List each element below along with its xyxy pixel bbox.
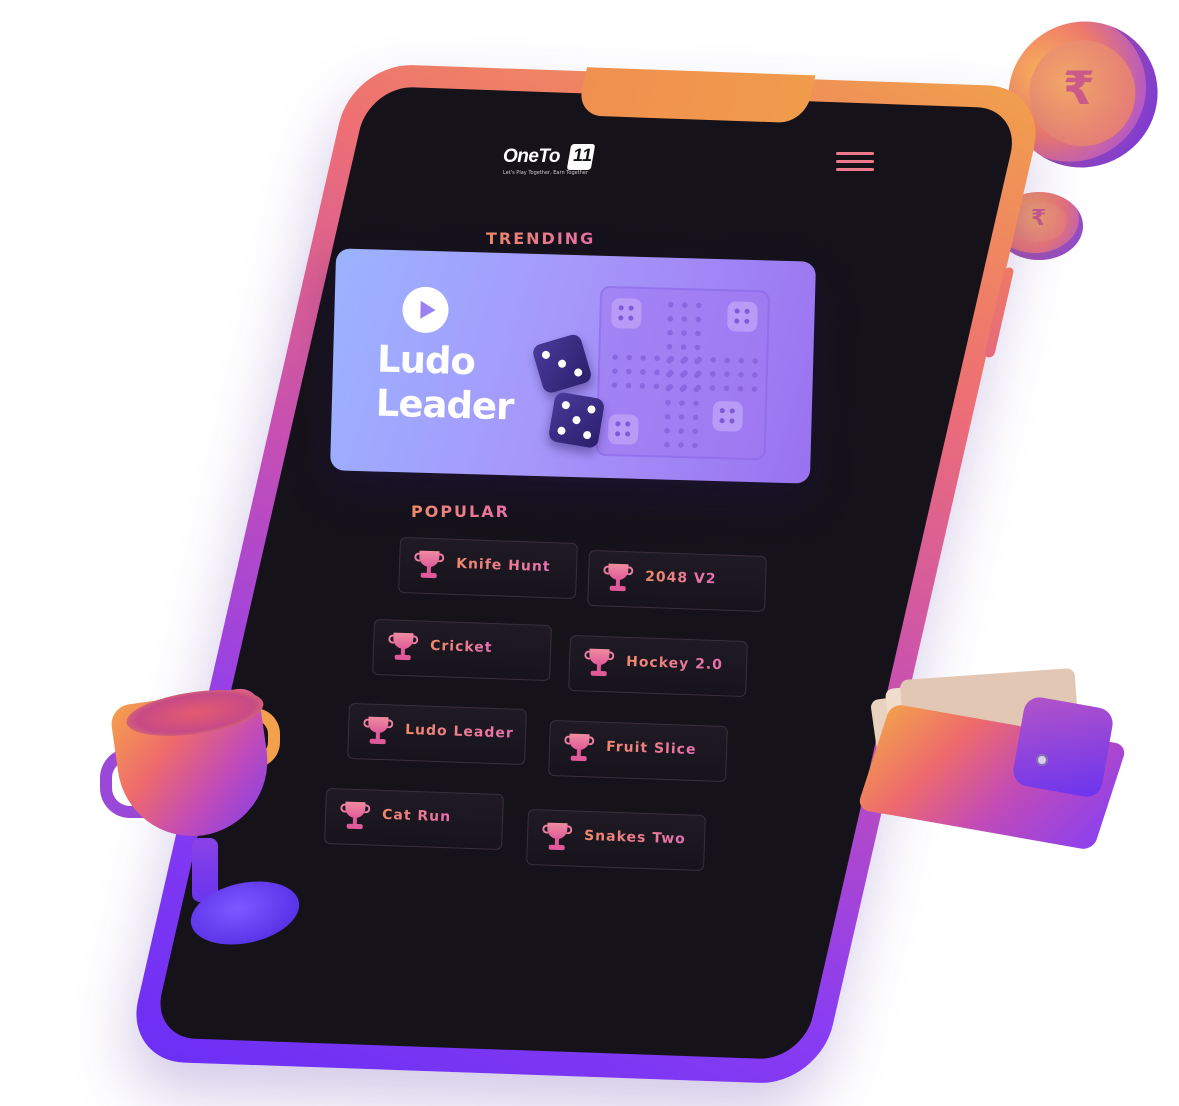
popular-heading: POPULAR	[411, 502, 510, 521]
game-button-hockey-2[interactable]: Hockey 2.0	[568, 634, 748, 698]
trophy-icon	[363, 716, 394, 747]
board-home	[727, 301, 758, 333]
game-label: Fruit Slice	[605, 738, 697, 759]
trophy-icon	[564, 733, 595, 764]
game-label: 2048 V2	[644, 568, 717, 588]
game-label: Snakes Two	[583, 827, 687, 848]
app-logo[interactable]: OneTo 11 Let's Play Together, Earn Toget…	[503, 144, 603, 180]
dice-icon	[547, 391, 606, 449]
logo-mark-text: 11	[571, 145, 595, 165]
game-button-cat-run[interactable]: Cat Run	[324, 787, 504, 851]
game-button-2048-v2[interactable]: 2048 V2	[587, 549, 767, 613]
hamburger-menu-icon[interactable]	[836, 152, 874, 174]
wallet-icon	[856, 662, 1128, 851]
trending-card-ludo-leader[interactable]: Ludo Leader	[329, 248, 817, 484]
trending-card-title: Ludo Leader	[375, 338, 557, 431]
trophy-icon	[603, 563, 634, 594]
game-label: Cricket	[429, 637, 493, 657]
board-track	[607, 349, 759, 397]
trending-title-line2: Leader	[375, 381, 514, 429]
game-label: Knife Hunt	[455, 555, 551, 576]
trophy-icon	[584, 648, 615, 679]
trophy-icon	[388, 632, 419, 663]
trophy-icon	[340, 801, 371, 832]
board-home	[607, 414, 639, 445]
logo-text: OneTo	[503, 146, 560, 167]
trophy-icon	[100, 682, 310, 958]
trending-title-line1: Ludo	[376, 337, 476, 384]
trending-heading: TRENDING	[486, 229, 596, 248]
board-home	[611, 298, 642, 329]
ludo-board-image	[595, 285, 771, 461]
game-button-knife-hunt[interactable]: Knife Hunt	[398, 536, 578, 600]
game-button-fruit-slice[interactable]: Fruit Slice	[548, 719, 728, 783]
board-home	[712, 400, 744, 432]
logo-mark: 11	[566, 144, 596, 170]
wallet-clasp	[1036, 754, 1048, 766]
game-label: Hockey 2.0	[625, 653, 724, 674]
trophy-icon	[542, 822, 573, 853]
game-label: Cat Run	[381, 806, 452, 826]
logo-tagline: Let's Play Together, Earn Together	[503, 170, 588, 176]
game-label: Ludo Leader	[404, 721, 515, 742]
game-button-snakes-two[interactable]: Snakes Two	[526, 808, 706, 872]
game-button-cricket[interactable]: Cricket	[372, 618, 552, 682]
game-button-ludo-leader[interactable]: Ludo Leader	[347, 702, 527, 766]
trophy-icon	[414, 550, 445, 581]
wallet-flap	[1010, 694, 1116, 800]
play-icon[interactable]	[401, 286, 450, 334]
